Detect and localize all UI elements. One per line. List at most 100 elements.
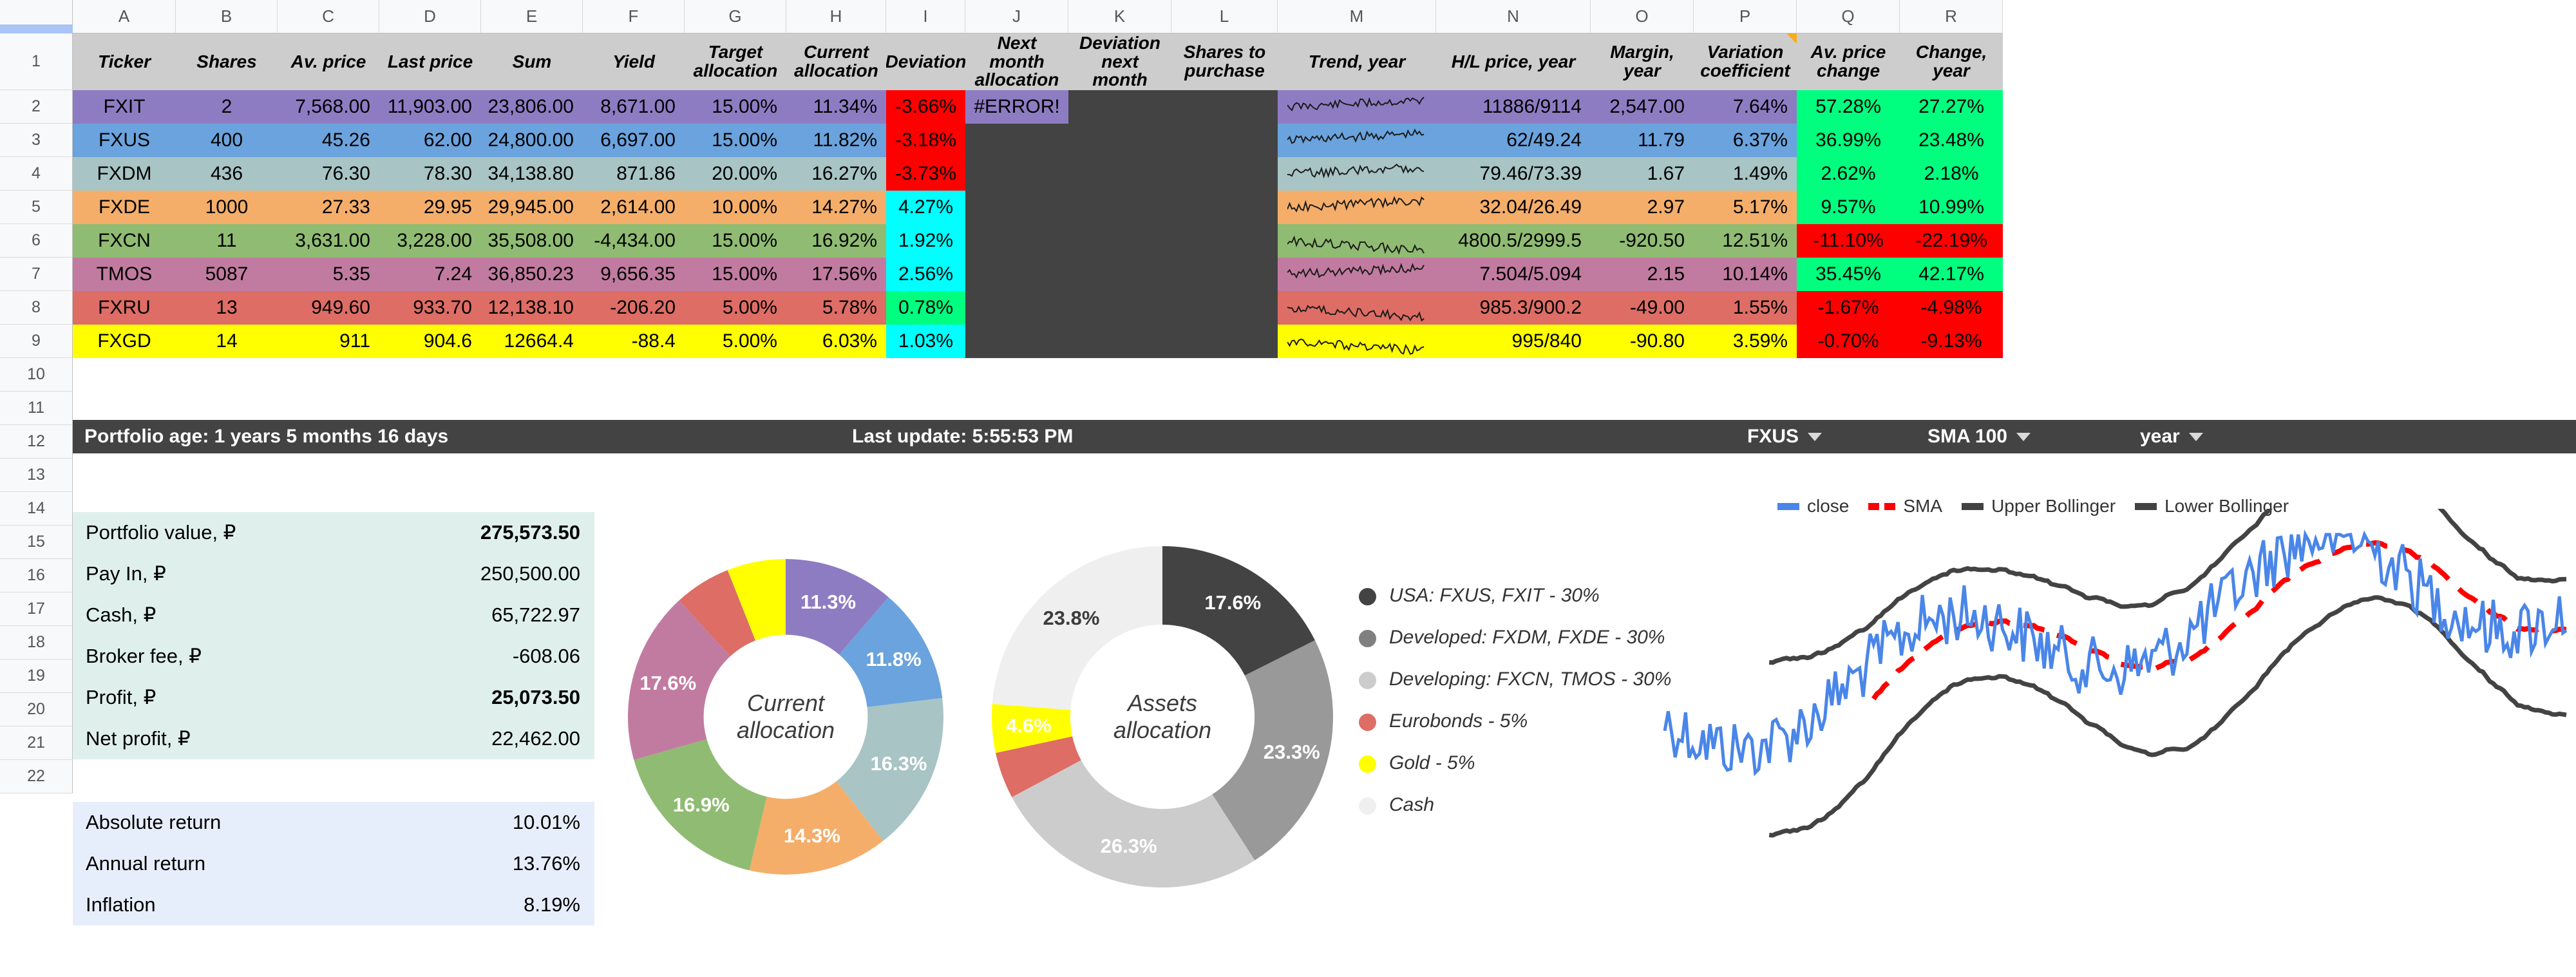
sparkline-trend[interactable] [1278, 157, 1436, 191]
cell-Q-7[interactable]: 35.45% [1797, 258, 1900, 291]
cell-F-4[interactable]: 871.86 [583, 157, 685, 191]
table-row[interactable]: FXDE 1000 27.33 29.95 29,945.00 2,614.00 10.00… [73, 191, 2003, 224]
column-header-B[interactable]: B [176, 0, 278, 33]
cell-D-7[interactable]: 7.24 [379, 258, 481, 291]
cell-E-7[interactable]: 36,850.23 [481, 258, 583, 291]
column-header-F[interactable]: F [583, 0, 685, 33]
summary-row[interactable]: Cash, ₽ 65,722.97 [73, 594, 594, 636]
table-row[interactable]: FXGD 14 911 904.6 12664.4 -88.4 5.00% 6.03% 1.03… [73, 325, 2003, 358]
cell-O-5[interactable]: 2.97 [1591, 191, 1694, 224]
sparkline-trend[interactable] [1278, 191, 1436, 224]
cell-F-9[interactable]: -88.4 [583, 325, 685, 358]
row-header-6[interactable]: 6 [0, 224, 73, 258]
column-header-D[interactable]: D [379, 0, 481, 33]
sparkline-trend[interactable] [1278, 124, 1436, 157]
column-header-O[interactable]: O [1591, 0, 1694, 33]
cell-H-5[interactable]: 14.27% [786, 191, 886, 224]
cell-R-6[interactable]: -22.19% [1900, 224, 2003, 258]
cell-Q-9[interactable]: -0.70% [1797, 325, 1900, 358]
cell-R-9[interactable]: -9.13% [1900, 325, 2003, 358]
cell-B-6[interactable]: 11 [176, 224, 278, 258]
row-header-16[interactable]: 16 [0, 559, 73, 593]
summary-row[interactable]: Pay In, ₽ 250,500.00 [73, 553, 594, 594]
cell-E-4[interactable]: 34,138.80 [481, 157, 583, 191]
cell-A-9[interactable]: FXGD [73, 325, 176, 358]
column-header-C[interactable]: C [278, 0, 379, 33]
summary-row[interactable]: Net profit, ₽ 22,462.00 [73, 718, 594, 759]
cell-I-2[interactable]: -3.66% [886, 90, 965, 124]
table-row[interactable]: FXIT 2 7,568.00 11,903.00 23,806.00 8,671.00 1… [73, 90, 2003, 124]
cell-R-8[interactable]: -4.98% [1900, 291, 2003, 325]
cell-C-3[interactable]: 45.26 [278, 124, 379, 157]
header-A[interactable]: Ticker [73, 33, 176, 90]
note-flag-icon[interactable] [1786, 33, 1797, 44]
cell-H-7[interactable]: 17.56% [786, 258, 886, 291]
cell-D-5[interactable]: 29.95 [379, 191, 481, 224]
cell-K-3[interactable] [1068, 124, 1171, 157]
sparkline-trend[interactable] [1278, 224, 1436, 258]
legend-item[interactable]: USA: FXUS, FXIT - 30% [1359, 583, 1694, 608]
header-N[interactable]: H/L price, year [1436, 33, 1591, 90]
cell-N-6[interactable]: 4800.5/2999.5 [1436, 224, 1591, 258]
cell-R-7[interactable]: 42.17% [1900, 258, 2003, 291]
cell-C-8[interactable]: 949.60 [278, 291, 379, 325]
cell-R-5[interactable]: 10.99% [1900, 191, 2003, 224]
column-header-N[interactable]: N [1436, 0, 1591, 33]
column-header-J[interactable]: J [965, 0, 1068, 33]
cell-K-8[interactable] [1068, 291, 1171, 325]
column-header-Q[interactable]: Q [1797, 0, 1900, 33]
cell-F-3[interactable]: 6,697.00 [583, 124, 685, 157]
legend-item[interactable]: Developing: FXCN, TMOS - 30% [1359, 667, 1694, 692]
header-D[interactable]: Last price [379, 33, 481, 90]
cell-B-9[interactable]: 14 [176, 325, 278, 358]
cell-L-2[interactable] [1171, 90, 1278, 124]
cell-D-6[interactable]: 3,228.00 [379, 224, 481, 258]
cell-N-8[interactable]: 985.3/900.2 [1436, 291, 1591, 325]
cell-K-6[interactable] [1068, 224, 1171, 258]
cell-A-7[interactable]: TMOS [73, 258, 176, 291]
cell-Q-5[interactable]: 9.57% [1797, 191, 1900, 224]
cell-N-5[interactable]: 32.04/26.49 [1436, 191, 1591, 224]
cell-N-9[interactable]: 995/840 [1436, 325, 1591, 358]
cell-G-9[interactable]: 5.00% [685, 325, 786, 358]
cell-L-6[interactable] [1171, 224, 1278, 258]
row-header-10[interactable]: 10 [0, 358, 73, 392]
cell-E-3[interactable]: 24,800.00 [481, 124, 583, 157]
cell-H-3[interactable]: 11.82% [786, 124, 886, 157]
cell-L-8[interactable] [1171, 291, 1278, 325]
row-header-20[interactable]: 20 [0, 693, 73, 726]
cell-P-5[interactable]: 5.17% [1694, 191, 1797, 224]
cell-K-2[interactable] [1068, 90, 1171, 124]
cell-N-4[interactable]: 79.46/73.39 [1436, 157, 1591, 191]
row-header-3[interactable]: 3 [0, 124, 73, 157]
header-G[interactable]: Target allocation [685, 33, 786, 90]
cell-H-9[interactable]: 6.03% [786, 325, 886, 358]
cell-B-5[interactable]: 1000 [176, 191, 278, 224]
cell-I-4[interactable]: -3.73% [886, 157, 965, 191]
cell-C-9[interactable]: 911 [278, 325, 379, 358]
column-header-I[interactable]: I [886, 0, 965, 33]
cell-G-7[interactable]: 15.00% [685, 258, 786, 291]
cell-P-7[interactable]: 10.14% [1694, 258, 1797, 291]
column-header-H[interactable]: H [786, 0, 886, 33]
cell-B-7[interactable]: 5087 [176, 258, 278, 291]
cell-B-2[interactable]: 2 [176, 90, 278, 124]
cell-F-2[interactable]: 8,671.00 [583, 90, 685, 124]
column-header-A[interactable]: A [73, 0, 176, 33]
spreadsheet-grid[interactable]: Ticker Shares Av. price Last price Sum Yield T… [73, 33, 2003, 358]
cell-C-4[interactable]: 76.30 [278, 157, 379, 191]
cell-R-4[interactable]: 2.18% [1900, 157, 2003, 191]
cell-I-8[interactable]: 0.78% [886, 291, 965, 325]
cell-J-5[interactable] [965, 191, 1068, 224]
cell-G-2[interactable]: 15.00% [685, 90, 786, 124]
cell-O-4[interactable]: 1.67 [1591, 157, 1694, 191]
cell-K-9[interactable] [1068, 325, 1171, 358]
cell-J-2[interactable]: #ERROR! [965, 90, 1068, 124]
cell-O-7[interactable]: 2.15 [1591, 258, 1694, 291]
row-header-21[interactable]: 21 [0, 726, 73, 760]
returns-row[interactable]: Inflation 8.19% [73, 884, 594, 925]
cell-I-9[interactable]: 1.03% [886, 325, 965, 358]
cell-A-4[interactable]: FXDM [73, 157, 176, 191]
cell-R-3[interactable]: 23.48% [1900, 124, 2003, 157]
column-header-P[interactable]: P [1694, 0, 1797, 33]
